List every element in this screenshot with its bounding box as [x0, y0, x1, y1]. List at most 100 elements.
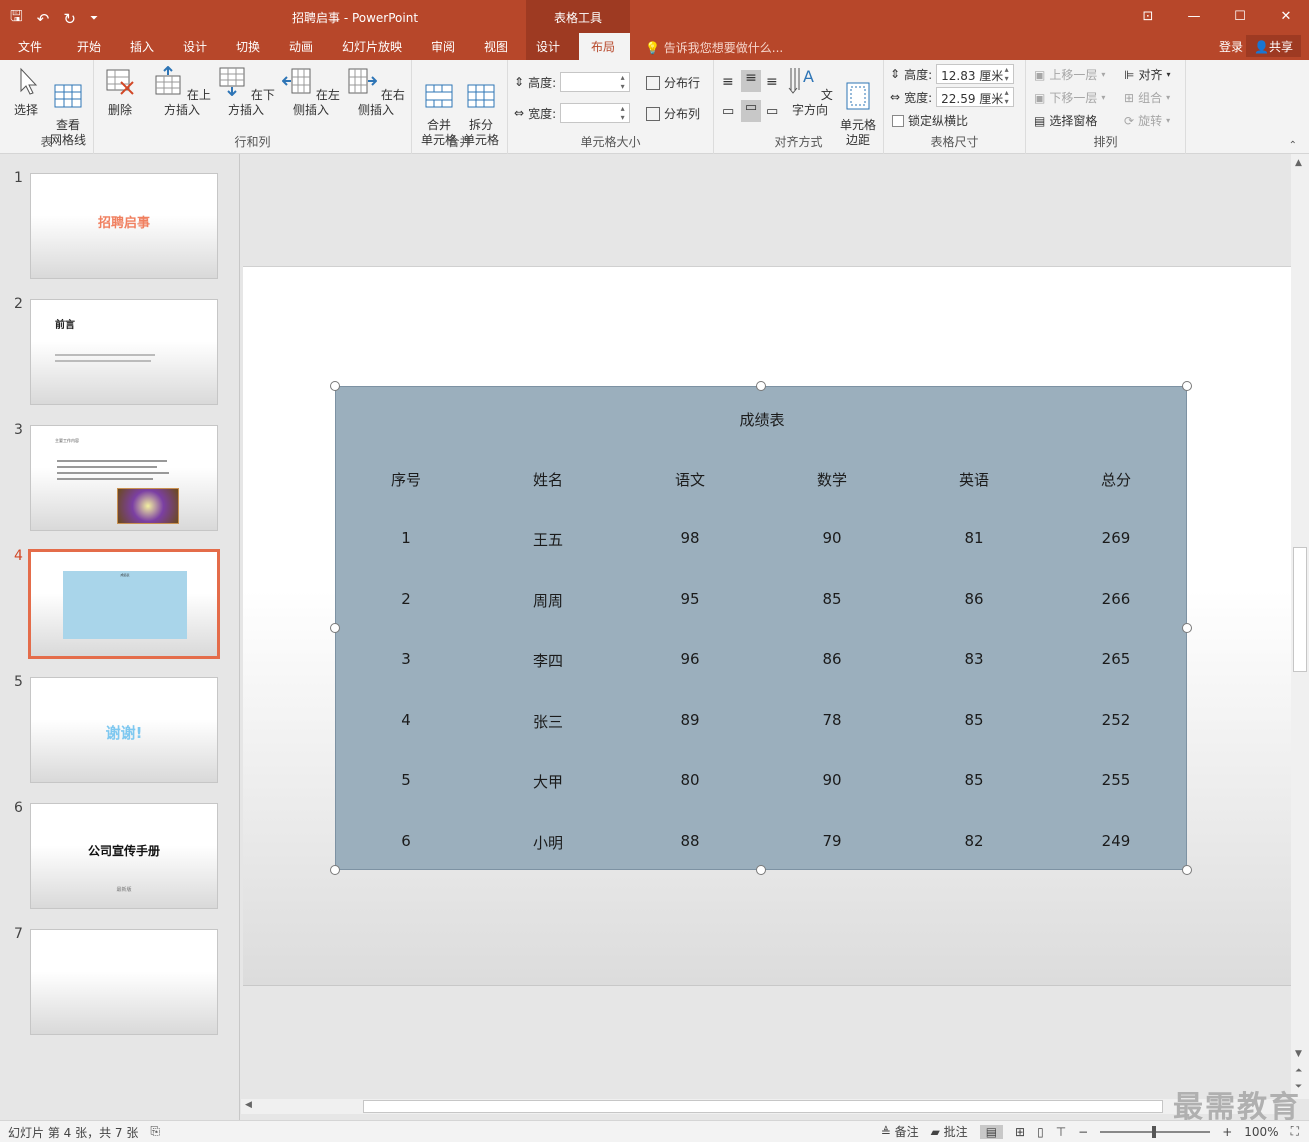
- horizontal-scroll-thumb[interactable]: [363, 1100, 1163, 1113]
- zoom-level[interactable]: 100%: [1244, 1125, 1278, 1139]
- table-header-cell[interactable]: 英语: [924, 469, 1024, 490]
- lock-aspect-ratio[interactable]: 锁定纵横比: [892, 112, 968, 129]
- vertical-scrollbar[interactable]: ▲ ▼ ⏶ ⏷: [1291, 154, 1309, 1099]
- align-center-icon[interactable]: ≡: [741, 70, 761, 92]
- comments-button[interactable]: ▰ 批注: [931, 1123, 968, 1140]
- maximize-button[interactable]: ☐: [1217, 0, 1263, 33]
- table-cell[interactable]: 266: [1066, 590, 1166, 608]
- tab-animations[interactable]: 动画: [289, 38, 313, 55]
- redo-icon[interactable]: ↻: [63, 10, 76, 28]
- slide-thumbnail-1[interactable]: 招聘启事: [30, 173, 218, 279]
- resize-handle-right[interactable]: [1182, 623, 1192, 633]
- text-direction-button[interactable]: A 文字方向: [784, 66, 836, 118]
- close-button[interactable]: ✕: [1263, 0, 1309, 33]
- fit-to-window-icon[interactable]: ⛶: [1291, 1124, 1299, 1139]
- table-cell[interactable]: 79: [782, 832, 882, 850]
- table-cell[interactable]: 85: [924, 771, 1024, 789]
- group-objects-button[interactable]: ⊞ 组合 ▾: [1124, 89, 1170, 106]
- tab-table-layout[interactable]: 布局: [579, 33, 630, 60]
- table-cell[interactable]: 90: [782, 529, 882, 547]
- distribute-columns-button[interactable]: 分布列: [646, 105, 700, 122]
- table-cell[interactable]: 王五: [498, 529, 598, 550]
- table-cell[interactable]: 85: [782, 590, 882, 608]
- table-cell[interactable]: 90: [782, 771, 882, 789]
- table-header-cell[interactable]: 姓名: [498, 469, 598, 490]
- table-header-cell[interactable]: 数学: [782, 469, 882, 490]
- reading-view-icon[interactable]: ▯: [1037, 1125, 1044, 1139]
- table-cell[interactable]: 张三: [498, 711, 598, 732]
- resize-handle-top-left[interactable]: [330, 381, 340, 391]
- share-button[interactable]: 👤共享: [1246, 35, 1301, 57]
- tab-transitions[interactable]: 切换: [236, 38, 260, 55]
- tab-file[interactable]: 文件: [18, 38, 42, 55]
- normal-view-icon[interactable]: ▤: [979, 1124, 1004, 1139]
- score-table[interactable]: 成绩表 序号 姓名 语文 数学 英语 总分 1 王五 98 90 81 269 2 周周 95 85 86 266…: [335, 386, 1187, 870]
- align-top-icon[interactable]: ▭: [722, 104, 734, 119]
- cell-height-input[interactable]: [560, 72, 631, 92]
- align-right-icon[interactable]: ≡: [766, 74, 778, 90]
- insert-left-button[interactable]: 在左侧插入: [279, 66, 343, 118]
- table-cell[interactable]: 6: [356, 832, 456, 850]
- table-header-cell[interactable]: 总分: [1066, 469, 1166, 490]
- lock-aspect-checkbox[interactable]: [892, 114, 904, 127]
- table-cell[interactable]: 85: [924, 711, 1024, 729]
- zoom-in-icon[interactable]: +: [1222, 1125, 1232, 1139]
- table-cell[interactable]: 周周: [498, 590, 598, 611]
- select-button[interactable]: 选择: [8, 66, 44, 118]
- tab-review[interactable]: 审阅: [431, 38, 455, 55]
- align-left-icon[interactable]: ≡: [722, 74, 734, 90]
- table-cell[interactable]: 1: [356, 529, 456, 547]
- slide-thumbnail-3[interactable]: 主要工作内容: [30, 425, 218, 531]
- bring-forward-button[interactable]: ▣ 上移一层 ▾: [1034, 66, 1105, 83]
- slide-thumbnail-6[interactable]: 公司宣传手册 最新版: [30, 803, 218, 909]
- table-cell[interactable]: 249: [1066, 832, 1166, 850]
- align-button[interactable]: ⊫ 对齐 ▾: [1124, 66, 1170, 83]
- table-height-input[interactable]: 12.83 厘米: [936, 64, 1015, 84]
- insert-right-button[interactable]: 在右侧插入: [344, 66, 408, 118]
- zoom-out-icon[interactable]: −: [1078, 1125, 1088, 1139]
- resize-handle-bottom-right[interactable]: [1182, 865, 1192, 875]
- save-icon[interactable]: 🖫: [10, 6, 23, 31]
- cell-width-input[interactable]: [560, 103, 631, 123]
- tab-design[interactable]: 设计: [183, 38, 207, 55]
- slideshow-view-icon[interactable]: ⊤: [1056, 1125, 1066, 1139]
- resize-handle-left[interactable]: [330, 623, 340, 633]
- table-cell[interactable]: 78: [782, 711, 882, 729]
- resize-handle-bottom[interactable]: [756, 865, 766, 875]
- scroll-up-icon[interactable]: ▲: [1295, 158, 1302, 168]
- slide-sorter-icon[interactable]: ⊞: [1015, 1125, 1025, 1139]
- table-cell[interactable]: 82: [924, 832, 1024, 850]
- zoom-slider[interactable]: [1100, 1125, 1211, 1138]
- table-cell[interactable]: 4: [356, 711, 456, 729]
- vertical-scroll-thumb[interactable]: [1293, 547, 1307, 672]
- resize-handle-bottom-left[interactable]: [330, 865, 340, 875]
- table-cell[interactable]: 265: [1066, 650, 1166, 668]
- delete-button[interactable]: 删除: [102, 66, 138, 118]
- table-cell[interactable]: 269: [1066, 529, 1166, 547]
- tab-table-design[interactable]: 设计: [526, 33, 579, 60]
- table-cell[interactable]: 2: [356, 590, 456, 608]
- table-cell[interactable]: 83: [924, 650, 1024, 668]
- table-cell[interactable]: 252: [1066, 711, 1166, 729]
- insert-above-button[interactable]: 在上方插入: [150, 65, 214, 118]
- customize-qat-icon[interactable]: ⏷: [90, 13, 98, 24]
- table-cell[interactable]: 3: [356, 650, 456, 668]
- table-header-cell[interactable]: 序号: [356, 469, 456, 490]
- resize-handle-top-right[interactable]: [1182, 381, 1192, 391]
- table-cell[interactable]: 89: [640, 711, 740, 729]
- table-cell[interactable]: 李四: [498, 650, 598, 671]
- table-cell[interactable]: 86: [782, 650, 882, 668]
- collapse-ribbon-icon[interactable]: ⌃: [1289, 140, 1297, 151]
- selection-pane-button[interactable]: ▤ 选择窗格: [1034, 112, 1097, 129]
- horizontal-scrollbar[interactable]: ◀: [241, 1099, 1291, 1114]
- tab-insert[interactable]: 插入: [130, 38, 154, 55]
- table-cell[interactable]: 255: [1066, 771, 1166, 789]
- table-cell[interactable]: 96: [640, 650, 740, 668]
- tab-view[interactable]: 视图: [484, 38, 508, 55]
- tab-home[interactable]: 开始: [77, 38, 101, 55]
- slide-thumbnail-4[interactable]: 成绩表: [28, 549, 220, 659]
- table-header-cell[interactable]: 语文: [640, 469, 740, 490]
- insert-below-button[interactable]: 在下方插入: [214, 66, 278, 118]
- slide-thumbnail-5[interactable]: 谢谢!: [30, 677, 218, 783]
- scroll-down-icon[interactable]: ▼: [1295, 1049, 1302, 1059]
